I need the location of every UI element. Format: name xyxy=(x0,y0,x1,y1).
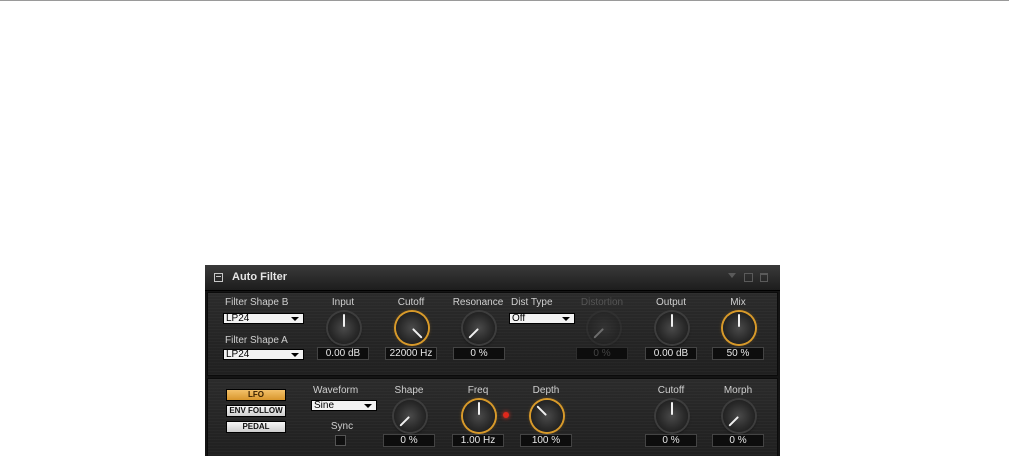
sync-checkbox[interactable] xyxy=(335,435,346,446)
output-knob[interactable] xyxy=(656,312,688,344)
mod-cutoff-value[interactable]: 0 % xyxy=(645,434,697,447)
cutoff-value[interactable]: 22000 Hz xyxy=(385,347,437,360)
preset-dropdown-icon[interactable] xyxy=(728,273,736,278)
input-knob[interactable] xyxy=(328,312,360,344)
dist-type-dropdown[interactable]: Off xyxy=(509,313,575,324)
freq-value[interactable]: 1.00 Hz xyxy=(452,434,504,447)
distortion-label: Distortion xyxy=(580,297,624,308)
resonance-value[interactable]: 0 % xyxy=(453,347,505,360)
mix-knob[interactable] xyxy=(723,312,755,344)
dist-type-value: Off xyxy=(512,313,526,324)
lfo-rate-led xyxy=(503,412,509,418)
sync-label: Sync xyxy=(330,421,354,432)
distortion-knob[interactable] xyxy=(588,312,620,344)
output-label: Output xyxy=(655,297,687,308)
waveform-label: Waveform xyxy=(313,385,359,396)
filter-section: Filter Shape B LP24 Filter Shape A LP24 … xyxy=(207,292,778,376)
cutoff-knob[interactable] xyxy=(396,312,428,344)
input-label: Input xyxy=(331,297,355,308)
plugin-title: Auto Filter xyxy=(232,271,287,283)
filter-shape-b-value: LP24 xyxy=(226,313,250,324)
dist-type-label: Dist Type xyxy=(511,297,553,308)
morph-value[interactable]: 0 % xyxy=(712,434,764,447)
mix-label: Mix xyxy=(730,297,746,308)
mod-cutoff-label: Cutoff xyxy=(657,385,685,396)
freq-label: Freq xyxy=(467,385,489,396)
pedal-button[interactable]: PEDAL xyxy=(226,421,286,433)
shape-value[interactable]: 0 % xyxy=(383,434,435,447)
freq-knob[interactable] xyxy=(463,400,495,432)
auto-filter-plugin: Auto Filter Filter Shape B LP24 Filter S… xyxy=(205,265,780,456)
plugin-menu-icon[interactable] xyxy=(214,273,223,282)
input-value[interactable]: 0.00 dB xyxy=(317,347,369,360)
top-divider xyxy=(0,0,1009,1)
filter-shape-b-dropdown[interactable]: LP24 xyxy=(223,313,304,324)
depth-knob[interactable] xyxy=(531,400,563,432)
env-follow-button[interactable]: ENV FOLLOW xyxy=(226,405,286,417)
depth-value[interactable]: 100 % xyxy=(520,434,572,447)
filter-shape-a-value: LP24 xyxy=(226,349,250,360)
waveform-dropdown[interactable]: Sine xyxy=(311,400,377,411)
plugin-titlebar: Auto Filter xyxy=(205,265,780,291)
output-value[interactable]: 0.00 dB xyxy=(645,347,697,360)
depth-label: Depth xyxy=(532,385,560,396)
save-icon[interactable] xyxy=(744,273,753,282)
resonance-label: Resonance xyxy=(452,297,504,308)
modulation-section: LFO ENV FOLLOW PEDAL Waveform Sine Sync … xyxy=(207,378,778,456)
morph-knob[interactable] xyxy=(723,400,755,432)
cutoff-label: Cutoff xyxy=(397,297,425,308)
filter-shape-a-dropdown[interactable]: LP24 xyxy=(223,349,304,360)
mod-cutoff-knob[interactable] xyxy=(656,400,688,432)
trash-icon[interactable] xyxy=(760,273,768,282)
distortion-value[interactable]: 0 % xyxy=(576,347,628,360)
resonance-knob[interactable] xyxy=(463,312,495,344)
lfo-button[interactable]: LFO xyxy=(226,389,286,401)
shape-knob[interactable] xyxy=(394,400,426,432)
mix-value[interactable]: 50 % xyxy=(712,347,764,360)
filter-shape-b-label: Filter Shape B xyxy=(225,297,289,308)
shape-label: Shape xyxy=(394,385,424,396)
waveform-value: Sine xyxy=(314,400,335,411)
morph-label: Morph xyxy=(723,385,753,396)
filter-shape-a-label: Filter Shape A xyxy=(225,335,288,346)
